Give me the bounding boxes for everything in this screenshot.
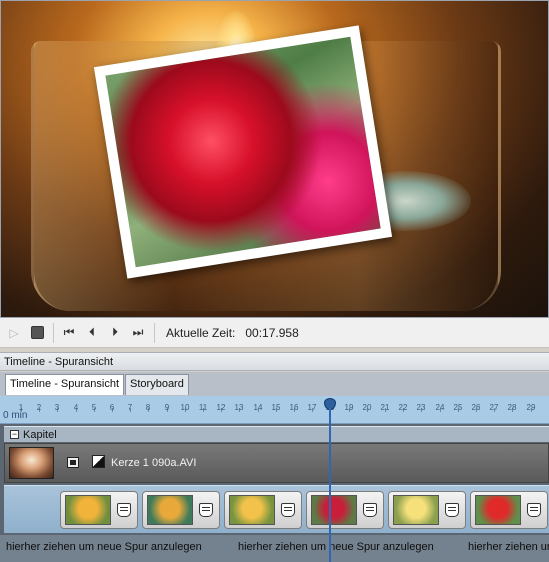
ruler-number: 19: [344, 403, 354, 412]
photo-clip[interactable]: [224, 491, 302, 529]
play-icon[interactable]: ▷: [5, 324, 23, 342]
video-track[interactable]: Kerze 1 090a.AVI: [4, 443, 549, 483]
clip-settings-icon[interactable]: [117, 503, 131, 517]
ruler-number: 20: [362, 403, 372, 412]
skip-to-start-icon[interactable]: ⏮: [60, 324, 78, 342]
timeline: 0 min 1234567891011121314151617181920212…: [0, 396, 549, 562]
ruler-number: 10: [180, 403, 190, 412]
ruler-number: 4: [73, 403, 79, 412]
ruler-number: 23: [416, 403, 426, 412]
ruler-number: 25: [453, 403, 463, 412]
rose-photo: [105, 36, 381, 268]
clip-settings-icon[interactable]: [527, 503, 541, 517]
drop-hint-text: hierher ziehen um neue Spur anzulegen: [468, 541, 549, 553]
drop-hint-text: hierher ziehen um neue Spur anzulegen: [238, 541, 434, 553]
photo-clip-thumbnail: [65, 495, 111, 525]
ruler-number: 1: [18, 403, 24, 412]
video-clip-thumbnail[interactable]: [9, 447, 54, 479]
ruler-number: 2: [36, 403, 42, 412]
ruler-number: 7: [127, 403, 133, 412]
current-time-value: 00:17.958: [245, 325, 299, 340]
tab-timeline-spuransicht[interactable]: Timeline - Spuransicht: [5, 374, 125, 395]
toolbar-separator: [53, 322, 54, 343]
ruler-number: 24: [435, 403, 445, 412]
collapse-icon[interactable]: −: [10, 430, 19, 439]
clip-settings-icon[interactable]: [363, 503, 377, 517]
ruler-number: 9: [164, 403, 170, 412]
current-time-label: Aktuelle Zeit:: [166, 325, 236, 340]
ruler-number: 27: [489, 403, 499, 412]
ruler-start-label: 0 min: [3, 410, 28, 421]
toolbar-separator: [154, 322, 155, 343]
tab-bar: Timeline - Spuransicht Storyboard: [0, 372, 549, 396]
ruler-number: 28: [507, 403, 517, 412]
ruler-number: 12: [216, 403, 226, 412]
ruler-number: 3: [54, 403, 60, 412]
photo-clip-thumbnail: [311, 495, 357, 525]
skip-to-end-icon[interactable]: ⏭: [129, 324, 147, 342]
clip-settings-icon[interactable]: [281, 503, 295, 517]
ruler-number: 8: [145, 403, 151, 412]
video-clip-name: Kerze 1 090a.AVI: [111, 457, 197, 469]
ruler-number: 13: [234, 403, 244, 412]
ruler-number: 22: [398, 403, 408, 412]
app-window: ▷ ⏮ ⏴ ⏵ ⏭ Aktuelle Zeit: 00:17.958 Timel…: [0, 0, 549, 562]
photo-clip-thumbnail: [475, 495, 521, 525]
clip-settings-icon[interactable]: [199, 503, 213, 517]
ruler-number: 26: [471, 403, 481, 412]
chapter-row[interactable]: − Kapitel: [4, 426, 549, 442]
ruler-number: 5: [91, 403, 97, 412]
film-icon: [67, 457, 79, 468]
clip-settings-icon[interactable]: [445, 503, 459, 517]
tab-storyboard[interactable]: Storyboard: [125, 374, 189, 395]
ruler-number: 29: [526, 403, 536, 412]
rose-photo-frame: [93, 25, 393, 279]
panel-title: Timeline - Spuransicht: [0, 352, 549, 371]
photo-track[interactable]: [4, 485, 549, 533]
photo-clip-thumbnail: [393, 495, 439, 525]
ruler-number: 16: [289, 403, 299, 412]
chapter-label: Kapitel: [23, 428, 57, 441]
ruler-number: 17: [307, 403, 317, 412]
photo-clip[interactable]: [306, 491, 384, 529]
drop-hint-text: hierher ziehen um neue Spur anzulegen: [6, 541, 202, 553]
next-frame-icon[interactable]: ⏵: [106, 324, 124, 342]
ruler-number: 11: [198, 403, 208, 412]
effects-icon[interactable]: [92, 455, 105, 468]
photo-clip[interactable]: [60, 491, 138, 529]
ruler-number: 21: [380, 403, 390, 412]
ruler-number: 14: [253, 403, 263, 412]
previous-frame-icon[interactable]: ⏴: [83, 324, 101, 342]
photo-clip[interactable]: [142, 491, 220, 529]
video-preview[interactable]: [0, 0, 549, 318]
time-ruler[interactable]: 0 min 1234567891011121314151617181920212…: [0, 396, 549, 424]
photo-clip[interactable]: [388, 491, 466, 529]
player-controls: ▷ ⏮ ⏴ ⏵ ⏭ Aktuelle Zeit: 00:17.958: [0, 318, 549, 348]
stop-icon[interactable]: [28, 324, 46, 342]
ruler-number: 6: [109, 403, 115, 412]
drop-zone[interactable]: hierher ziehen um neue Spur anzulegen hi…: [0, 535, 549, 562]
ruler-number: 15: [271, 403, 281, 412]
photo-clip-thumbnail: [229, 495, 275, 525]
photo-clip-thumbnail: [147, 495, 193, 525]
photo-clip[interactable]: [470, 491, 548, 529]
playhead-line: [329, 408, 331, 562]
